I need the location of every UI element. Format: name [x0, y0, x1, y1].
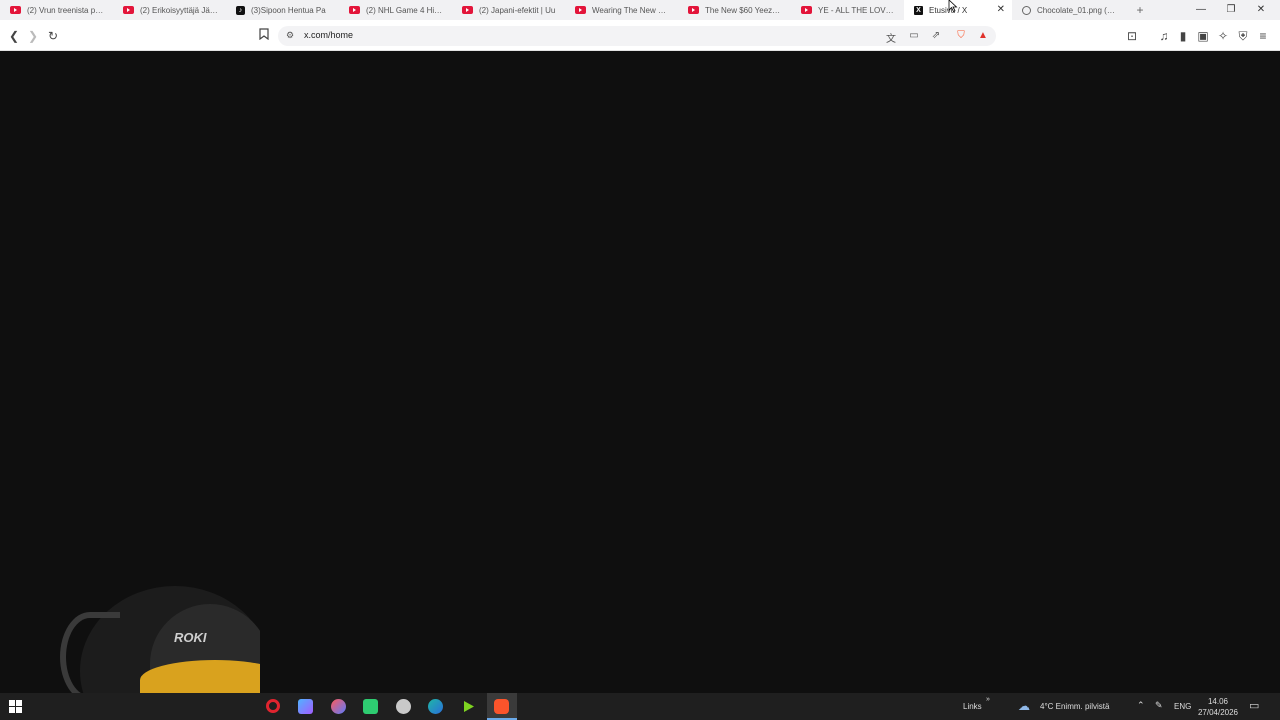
- clock-time: 14.06: [1207, 697, 1229, 706]
- youtube-icon: [688, 6, 699, 14]
- tab-strip: (2) Vrun treenista päivä (2) Erikoisyytt…: [0, 0, 1280, 20]
- window-close-button[interactable]: ✕: [1246, 0, 1276, 20]
- x-icon: X: [914, 5, 923, 15]
- bookmark-icon[interactable]: [256, 28, 272, 44]
- media-icon[interactable]: ♫: [1156, 28, 1172, 44]
- tab-title: Chocolate_01.png (10: [1037, 5, 1115, 15]
- tab-0[interactable]: (2) Vrun treenista päivä: [0, 0, 113, 20]
- tab-title: (2) Vrun treenista päivä: [27, 5, 105, 15]
- youtube-icon: [123, 6, 134, 14]
- brave-icon[interactable]: [494, 699, 509, 714]
- restore-button[interactable]: ❐: [1216, 0, 1246, 20]
- share-icon[interactable]: ⇗: [929, 30, 943, 41]
- tab-title: YE - ALL THE LOVE (le: [818, 5, 896, 15]
- screen: (2) Vrun treenista päivä (2) Erikoisyytt…: [0, 0, 1280, 720]
- shield-app-icon[interactable]: [396, 699, 411, 714]
- tab-4[interactable]: (2) Japani-efektit | Uu: [452, 0, 565, 20]
- reload-icon[interactable]: ↻: [45, 28, 61, 44]
- tab-6[interactable]: The New $60 Yeezy Sne: [678, 0, 791, 20]
- webcam-overlay: ROKI: [30, 582, 260, 694]
- url-text[interactable]: x.com/home: [304, 30, 353, 40]
- youtube-icon: [10, 6, 21, 14]
- minimize-button[interactable]: —: [1186, 0, 1216, 20]
- links-toolbar-label[interactable]: Links: [963, 702, 982, 711]
- notification-icon[interactable]: ▭: [1249, 699, 1259, 712]
- site-info-icon[interactable]: ⚙: [286, 30, 294, 41]
- youtube-icon: [575, 6, 586, 14]
- sparkle-icon[interactable]: ✧: [1215, 28, 1231, 44]
- tab-title: (2) NHL Game 4 Highlights: [366, 5, 444, 15]
- new-tab-button[interactable]: +: [1131, 3, 1149, 17]
- cast-icon[interactable]: ▭: [907, 30, 921, 41]
- mouse-cursor-icon: [948, 0, 958, 12]
- tray-chevron-icon[interactable]: ⌃: [1137, 700, 1145, 711]
- weather-text[interactable]: 4°C Enimm. pilvistä: [1040, 702, 1109, 711]
- translate-icon[interactable]: 文: [884, 30, 898, 45]
- back-icon[interactable]: ❮: [6, 28, 22, 44]
- app-green-icon[interactable]: [363, 699, 378, 714]
- tab-title: (2) Erikoisyyttäjä Järjestö: [140, 5, 218, 15]
- links-expand-icon[interactable]: »: [986, 696, 990, 703]
- cap-logo-text: ROKI: [174, 630, 207, 645]
- youtube-icon: [349, 6, 360, 14]
- messenger-icon[interactable]: [331, 699, 346, 714]
- media-player-icon[interactable]: [461, 699, 476, 714]
- tab-1[interactable]: (2) Erikoisyyttäjä Järjestö: [113, 0, 226, 20]
- youtube-icon: [801, 6, 812, 14]
- taskbar: Links » ☁ 4°C Enimm. pilvistä ⌃ ✎ ENG 14…: [0, 693, 1280, 720]
- windows-start-icon[interactable]: [9, 700, 22, 713]
- forward-icon[interactable]: ❯: [25, 28, 41, 44]
- clock[interactable]: 14.06 27/04/2026: [1196, 696, 1240, 718]
- tab-5[interactable]: Wearing The New $80: [565, 0, 678, 20]
- tab-8-active[interactable]: X Etusivu / X ✕: [904, 0, 1012, 20]
- browser-toolbar: ❮ ❯ ↻ ⚙ x.com/home 文 ▭ ⇗ ⛉ ▲ ⊡ ♫ ▮ ▣ ✧ ⛨…: [0, 20, 1280, 51]
- sidebar-icon[interactable]: ▮: [1175, 28, 1191, 44]
- tab-title: (3)Sipoon Hentua Pa: [251, 5, 326, 15]
- language-indicator[interactable]: ENG: [1174, 702, 1191, 711]
- globe-icon: [1022, 5, 1031, 15]
- tab-7[interactable]: YE - ALL THE LOVE (le: [791, 0, 904, 20]
- headset: [60, 612, 120, 694]
- tab-3[interactable]: (2) NHL Game 4 Highlights: [339, 0, 452, 20]
- tab-2[interactable]: ♪ (3)Sipoon Hentua Pa: [226, 0, 339, 20]
- brave-shield-icon[interactable]: ⛉: [954, 30, 968, 41]
- close-tab-icon[interactable]: ✕: [997, 4, 1005, 15]
- tab-title: The New $60 Yeezy Sne: [705, 5, 783, 15]
- vpn-icon[interactable]: ⛨: [1235, 28, 1251, 44]
- weather-cloud-icon: ☁: [1018, 699, 1030, 713]
- leo-ai-icon[interactable]: ⊡: [1124, 28, 1140, 44]
- pen-icon[interactable]: ✎: [1155, 700, 1163, 711]
- address-bar[interactable]: ⚙ x.com/home 文 ▭ ⇗ ⛉ ▲: [278, 26, 996, 46]
- opera-icon[interactable]: [266, 699, 280, 713]
- brave-rewards-icon[interactable]: ▲: [976, 30, 990, 41]
- tab-title: (2) Japani-efektit | Uu: [479, 5, 556, 15]
- tiktok-icon: ♪: [236, 5, 245, 15]
- menu-icon[interactable]: ≡: [1255, 28, 1271, 44]
- youtube-icon: [462, 6, 473, 14]
- wallet-icon[interactable]: ▣: [1195, 28, 1211, 44]
- edge-icon[interactable]: [428, 699, 443, 714]
- clock-date: 27/04/2026: [1197, 708, 1239, 717]
- tab-title: Wearing The New $80: [592, 5, 670, 15]
- tab-9[interactable]: Chocolate_01.png (10: [1012, 0, 1125, 20]
- photo-app-icon[interactable]: [298, 699, 313, 714]
